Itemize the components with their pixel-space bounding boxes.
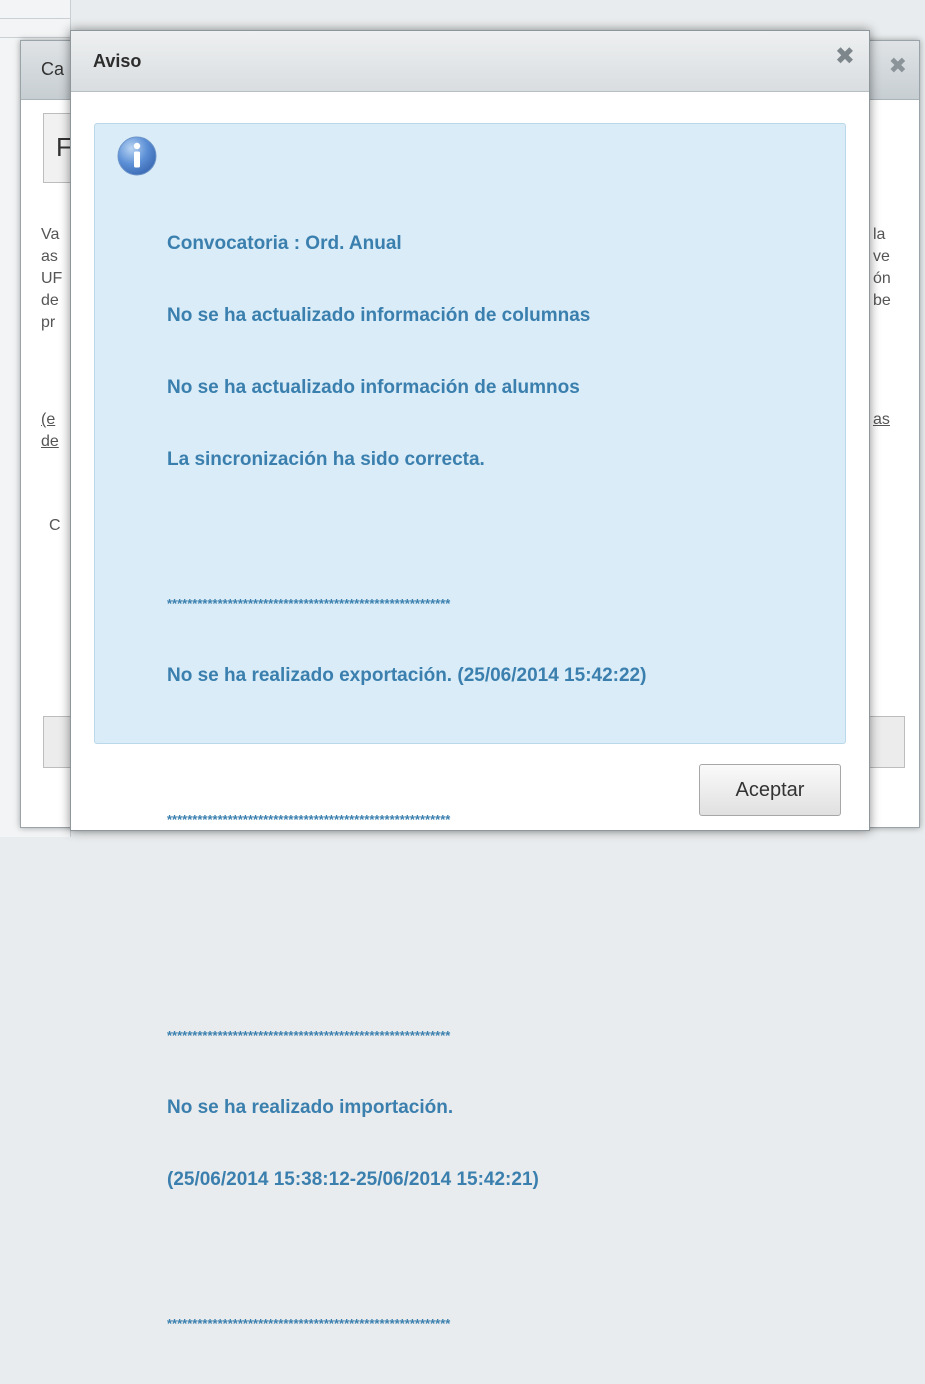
message-line: No se ha realizado exportación. (25/06/2… bbox=[167, 665, 647, 686]
background-dialog-title: Ca bbox=[41, 59, 65, 79]
background-box: F bbox=[43, 113, 73, 183]
message-line: La sincronización ha sido correcta. bbox=[167, 449, 485, 470]
background-close-icon[interactable]: ✖ bbox=[889, 53, 907, 79]
separator-line: ****************************************… bbox=[167, 1028, 451, 1043]
message-line bbox=[167, 880, 646, 904]
dialog-title: Aviso bbox=[93, 51, 142, 71]
message-line: No se ha actualizado información de colu… bbox=[167, 305, 591, 326]
background-button[interactable] bbox=[865, 716, 905, 768]
message-line bbox=[167, 1240, 646, 1264]
background-text-left: Va as UF de pr bbox=[41, 226, 63, 331]
message-line: Convocatoria : Ord. Anual bbox=[167, 233, 402, 254]
background-divider bbox=[0, 37, 70, 38]
message-line bbox=[167, 520, 646, 544]
message-line bbox=[167, 952, 646, 976]
message-line: No se ha actualizado información de alum… bbox=[167, 377, 580, 398]
background-text-right: la ve ón be bbox=[873, 226, 891, 309]
background-link-right[interactable]: as bbox=[873, 409, 890, 431]
close-icon[interactable]: ✖ bbox=[835, 45, 855, 69]
info-message-panel: Convocatoria : Ord. Anual No se ha actua… bbox=[94, 123, 846, 1331]
background-link-left[interactable]: (e de bbox=[41, 409, 59, 453]
notice-dialog: Aviso ✖ Convocatoria : Ord. Anual No se … bbox=[70, 30, 870, 1331]
separator-line: ****************************************… bbox=[167, 812, 451, 827]
info-icon bbox=[117, 136, 157, 176]
separator-line: ****************************************… bbox=[167, 596, 451, 611]
accept-button[interactable]: Aceptar bbox=[699, 764, 841, 816]
separator-line: ****************************************… bbox=[167, 1316, 451, 1331]
background-divider bbox=[0, 18, 70, 19]
dialog-header: Aviso ✖ bbox=[71, 31, 869, 92]
message-line: (25/06/2014 15:38:12-25/06/2014 15:42:21… bbox=[167, 1169, 539, 1190]
background-text-c: C bbox=[49, 517, 61, 534]
message-line: No se ha realizado importación. bbox=[167, 1097, 454, 1118]
message-text: Convocatoria : Ord. Anual No se ha actua… bbox=[167, 184, 646, 1384]
message-line bbox=[167, 736, 646, 760]
